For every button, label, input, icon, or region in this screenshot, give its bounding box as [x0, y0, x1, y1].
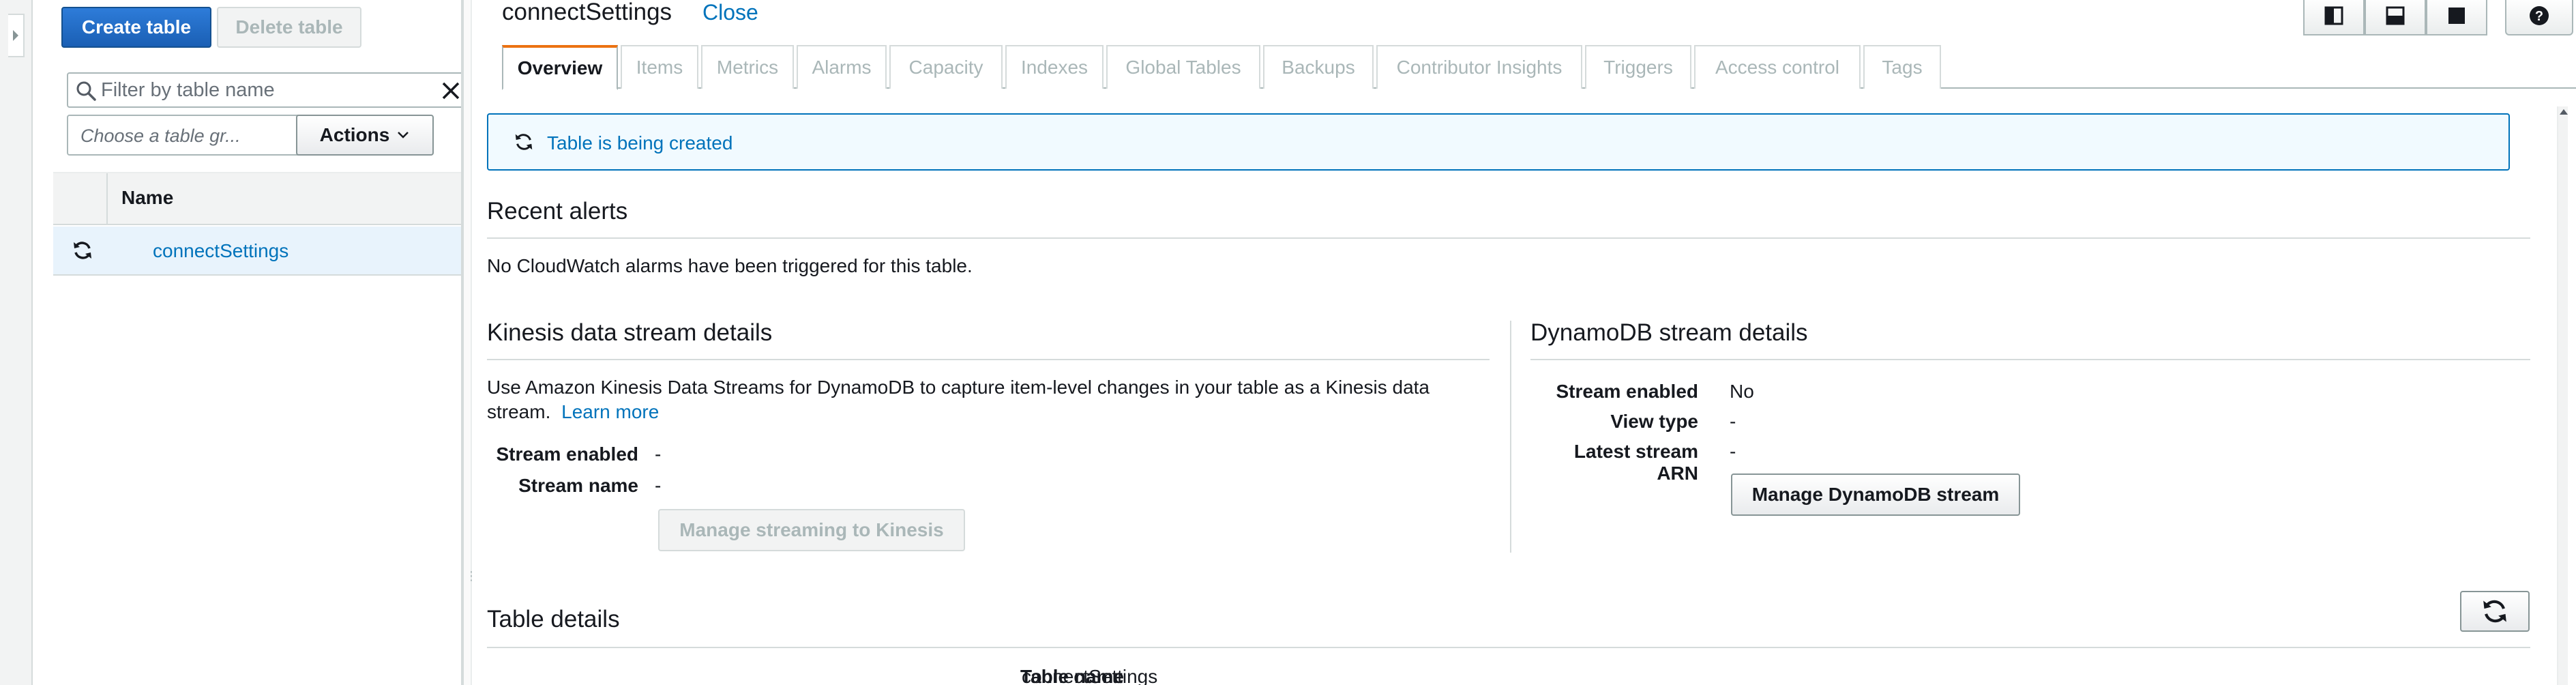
left-rail [0, 0, 33, 685]
table-details-panel: connectSettings Close ? Overview Items M… [472, 0, 2576, 685]
name-column-header[interactable]: Name [121, 187, 173, 209]
section-divider [487, 237, 2530, 239]
kinesis-section-title: Kinesis data stream details [487, 319, 773, 346]
table-list-header: Name [53, 172, 480, 225]
refresh-button[interactable] [2460, 591, 2530, 632]
clear-icon[interactable] [439, 79, 462, 102]
refresh-status-icon [74, 242, 91, 259]
ddb-latest-arn-label: Latest stream ARN [1573, 441, 1698, 484]
tab-capacity[interactable]: Capacity [889, 45, 1003, 89]
ddb-view-type-value: - [1730, 411, 1736, 432]
search-icon [76, 81, 96, 101]
tab-indexes[interactable]: Indexes [1005, 45, 1104, 89]
filter-table-input[interactable] [101, 76, 428, 104]
table-row[interactable]: connectSettings [53, 227, 480, 276]
split-vertical-view-button[interactable] [2303, 0, 2365, 35]
dynamodb-console: Create table Delete table Choose a table… [0, 0, 2576, 685]
recent-alerts-title: Recent alerts [487, 198, 628, 224]
page-title: connectSettings [502, 0, 672, 25]
alert-text: Table is being created [547, 132, 733, 154]
panel-resize-handle[interactable]: ⋮ [461, 0, 477, 685]
full-screen-icon [2448, 8, 2465, 24]
kinesis-stream-enabled-label: Stream enabled [496, 443, 638, 465]
kinesis-description: Use Amazon Kinesis Data Streams for Dyna… [487, 377, 1430, 398]
split-vertical-icon [2324, 6, 2343, 25]
refresh-icon [2483, 600, 2506, 623]
full-view-button[interactable] [2426, 0, 2487, 35]
table-name-link[interactable]: connectSettings [153, 240, 288, 262]
tab-contributor-insights[interactable]: Contributor Insights [1376, 45, 1582, 89]
svg-text:?: ? [2535, 9, 2543, 24]
create-table-button[interactable]: Create table [61, 7, 211, 48]
chevron-down-icon [398, 132, 409, 139]
tab-global-tables[interactable]: Global Tables [1106, 45, 1260, 89]
vertical-scrollbar[interactable] [2557, 106, 2568, 685]
help-icon: ? [2530, 6, 2549, 25]
ddb-stream-enabled-label: Stream enabled [1556, 381, 1698, 402]
scroll-up-icon[interactable] [2560, 109, 2568, 115]
split-horizontal-view-button[interactable] [2365, 0, 2426, 35]
column-divider [1510, 321, 1511, 553]
tab-alarms[interactable]: Alarms [797, 45, 887, 89]
tab-overview[interactable]: Overview [502, 45, 618, 90]
tab-items[interactable]: Items [621, 45, 698, 89]
delete-table-button[interactable]: Delete table [217, 7, 361, 48]
refresh-spinner-icon [515, 134, 533, 150]
tab-bar: Overview Items Metrics Alarms Capacity I… [502, 45, 2576, 90]
ddb-view-type-label: View type [1610, 411, 1698, 432]
kinesis-stream-name-label: Stream name [518, 475, 638, 496]
tables-panel: Create table Delete table Choose a table… [33, 0, 480, 685]
table-group-placeholder: Choose a table gr... [80, 126, 241, 146]
kinesis-stream-enabled-value: - [655, 443, 662, 465]
split-horizontal-icon [2386, 6, 2405, 25]
dynamodb-stream-section-title: DynamoDB stream details [1530, 319, 1808, 346]
view-toggle-group: ? [2303, 0, 2576, 35]
section-divider [1530, 359, 2530, 360]
close-link[interactable]: Close [702, 0, 758, 25]
chevron-right-icon [13, 30, 18, 41]
ddb-latest-arn-value: - [1730, 441, 1736, 462]
actions-label: Actions [319, 124, 390, 145]
tab-metrics[interactable]: Metrics [701, 45, 794, 89]
learn-more-link[interactable]: Learn more [561, 401, 659, 422]
recent-alerts-text: No CloudWatch alarms have been triggered… [487, 255, 973, 276]
filter-input-box[interactable] [67, 72, 469, 108]
table-details-title: Table details [487, 606, 620, 632]
manage-kinesis-streaming-button[interactable]: Manage streaming to Kinesis [658, 509, 965, 551]
tab-tags[interactable]: Tags [1863, 45, 1941, 89]
tab-backups[interactable]: Backups [1263, 45, 1374, 89]
table-creating-alert: Table is being created [487, 113, 2510, 171]
kinesis-description-cont: stream. Learn more [487, 401, 659, 423]
column-separator [106, 173, 108, 225]
tab-triggers[interactable]: Triggers [1585, 45, 1691, 89]
expand-nav-toggle[interactable] [8, 14, 25, 57]
table-name-value: connectSettings [1022, 666, 1158, 685]
kinesis-description-line2: stream. [487, 401, 551, 422]
actions-button[interactable]: Actions [296, 115, 434, 156]
tab-access-control[interactable]: Access control [1694, 45, 1861, 89]
section-divider [487, 647, 2530, 648]
kinesis-stream-name-value: - [655, 475, 662, 496]
table-group-select[interactable]: Choose a table gr... [67, 115, 322, 156]
ddb-stream-enabled-value: No [1730, 381, 1754, 402]
help-button[interactable]: ? [2505, 0, 2573, 35]
manage-dynamodb-stream-button[interactable]: Manage DynamoDB stream [1731, 473, 2020, 516]
section-divider [487, 359, 1490, 360]
